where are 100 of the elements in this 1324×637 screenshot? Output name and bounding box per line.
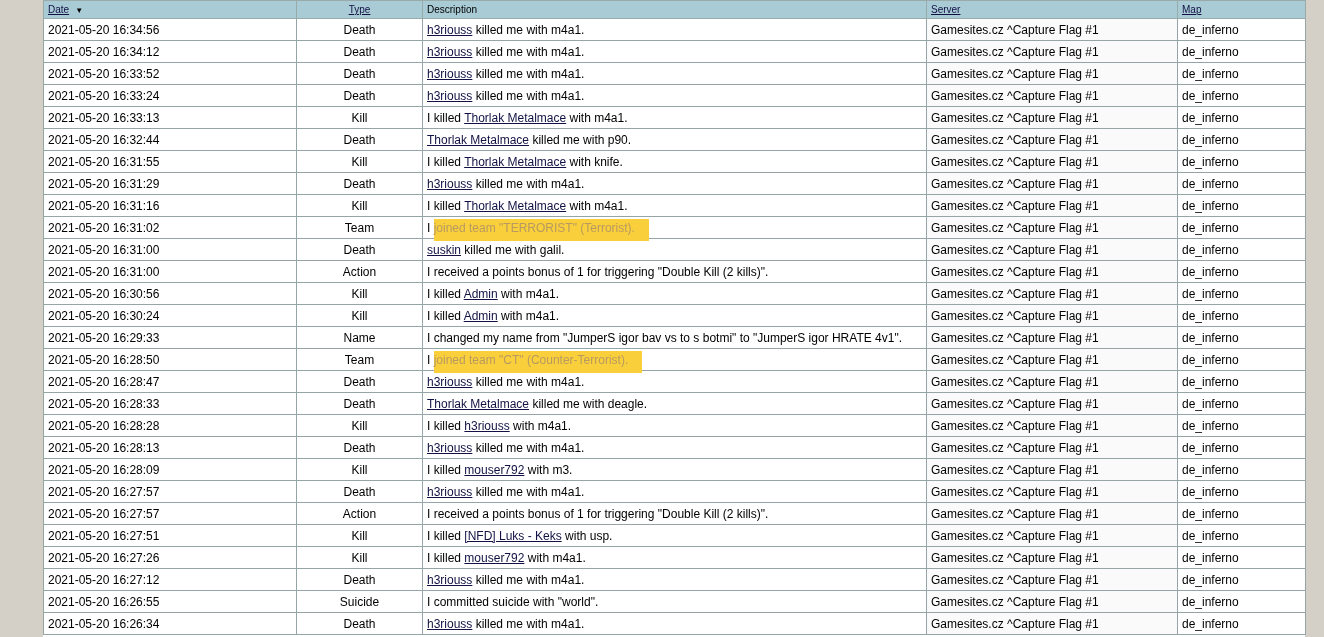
map-cell: de_inferno xyxy=(1177,546,1306,569)
description-text: I killed xyxy=(427,462,462,477)
date-cell: 2021-05-20 16:33:24 xyxy=(43,84,297,107)
date-cell: 2021-05-20 16:31:16 xyxy=(43,194,297,217)
date-cell: 2021-05-20 16:34:56 xyxy=(43,18,297,41)
date-cell: 2021-05-20 16:28:13 xyxy=(43,436,297,459)
column-header[interactable]: Map xyxy=(1182,4,1202,15)
description-text: I killed xyxy=(427,154,462,169)
player-link[interactable]: h3riouss xyxy=(427,22,473,37)
map-cell: de_inferno xyxy=(1177,480,1306,503)
server-cell: Gamesites.cz ^Capture Flag #1 xyxy=(926,326,1178,349)
description-text: killed me with galil. xyxy=(463,242,565,257)
map-cell: de_inferno xyxy=(1177,414,1306,437)
player-link[interactable]: h3riouss xyxy=(427,484,473,499)
column-header[interactable]: Type xyxy=(348,4,371,15)
date-cell: 2021-05-20 16:29:33 xyxy=(43,326,297,349)
server-cell: Gamesites.cz ^Capture Flag #1 xyxy=(926,568,1178,591)
player-link[interactable]: h3riouss xyxy=(427,616,473,631)
date-cell: 2021-05-20 16:27:26 xyxy=(43,546,297,569)
player-link[interactable]: h3riouss xyxy=(427,66,473,81)
type-cell: Death xyxy=(296,370,423,393)
server-cell: Gamesites.cz ^Capture Flag #1 xyxy=(926,304,1178,327)
server-cell: Gamesites.cz ^Capture Flag #1 xyxy=(926,436,1178,459)
player-link[interactable]: h3riouss xyxy=(464,418,510,433)
server-cell: Gamesites.cz ^Capture Flag #1 xyxy=(926,106,1178,129)
description-text: with m4a1. xyxy=(512,418,572,433)
description-text: I killed xyxy=(427,286,462,301)
column-header[interactable]: Server xyxy=(931,4,961,15)
server-cell: Gamesites.cz ^Capture Flag #1 xyxy=(926,216,1178,239)
type-cell: Kill xyxy=(296,414,423,437)
player-link[interactable]: [NFD] Luks - Keks xyxy=(464,528,562,543)
map-cell: de_inferno xyxy=(1177,524,1306,547)
player-link[interactable]: Thorlak Metalmace xyxy=(464,110,567,125)
map-cell: de_inferno xyxy=(1177,370,1306,393)
date-cell: 2021-05-20 16:30:24 xyxy=(43,304,297,327)
description-text: with m3. xyxy=(526,462,573,477)
description-text: killed me with m4a1. xyxy=(474,66,585,81)
player-link[interactable]: h3riouss xyxy=(427,572,473,587)
date-cell: 2021-05-20 16:27:57 xyxy=(43,502,297,525)
date-cell: 2021-05-20 16:31:00 xyxy=(43,238,297,261)
player-link[interactable]: h3riouss xyxy=(427,88,473,103)
player-link[interactable]: suskin xyxy=(427,242,461,257)
player-link[interactable]: mouser792 xyxy=(464,462,525,477)
type-cell: Suicide xyxy=(296,590,423,613)
type-cell: Death xyxy=(296,84,423,107)
player-link[interactable]: Thorlak Metalmace xyxy=(464,154,567,169)
date-cell: 2021-05-20 16:34:12 xyxy=(43,40,297,63)
type-cell: Kill xyxy=(296,194,423,217)
description-text: killed me with m4a1. xyxy=(474,572,585,587)
type-cell: Death xyxy=(296,568,423,591)
description-text: with m4a1. xyxy=(568,198,628,213)
description-text: killed me with p90. xyxy=(531,132,632,147)
server-cell: Gamesites.cz ^Capture Flag #1 xyxy=(926,546,1178,569)
map-cell: de_inferno xyxy=(1177,216,1306,239)
player-link[interactable]: mouser792 xyxy=(464,550,525,565)
description-text: I changed my name from "JumperS igor bav vs to s botmi" to "JumperS igor HRATE 4v1". xyxy=(427,330,902,345)
date-cell: 2021-05-20 16:31:29 xyxy=(43,172,297,195)
player-link[interactable]: Thorlak Metalmace xyxy=(464,198,567,213)
description-text: I xyxy=(427,220,432,235)
map-cell: de_inferno xyxy=(1177,84,1306,107)
player-link[interactable]: Thorlak Metalmace xyxy=(427,396,530,411)
column-header[interactable]: Date xyxy=(48,4,70,15)
date-cell: 2021-05-20 16:27:57 xyxy=(43,480,297,503)
description-text: I received a points bonus of 1 for triggering "Double Kill (2 kills)". xyxy=(427,264,769,279)
description-text: killed me with deagle. xyxy=(531,396,648,411)
player-link[interactable]: h3riouss xyxy=(427,440,473,455)
type-cell: Death xyxy=(296,238,423,261)
server-cell: Gamesites.cz ^Capture Flag #1 xyxy=(926,524,1178,547)
map-cell: de_inferno xyxy=(1177,282,1306,305)
player-link[interactable]: h3riouss xyxy=(427,44,473,59)
map-cell: de_inferno xyxy=(1177,502,1306,525)
server-cell: Gamesites.cz ^Capture Flag #1 xyxy=(926,480,1178,503)
type-cell: Death xyxy=(296,172,423,195)
player-link[interactable]: h3riouss xyxy=(427,374,473,389)
player-link[interactable]: h3riouss xyxy=(427,176,473,191)
description-text: I killed xyxy=(427,110,462,125)
player-link[interactable]: Admin xyxy=(463,308,498,323)
date-cell: 2021-05-20 16:33:13 xyxy=(43,106,297,129)
server-cell: Gamesites.cz ^Capture Flag #1 xyxy=(926,194,1178,217)
type-cell: Kill xyxy=(296,524,423,547)
server-cell: Gamesites.cz ^Capture Flag #1 xyxy=(926,590,1178,613)
server-cell: Gamesites.cz ^Capture Flag #1 xyxy=(926,18,1178,41)
map-cell: de_inferno xyxy=(1177,304,1306,327)
map-cell: de_inferno xyxy=(1177,568,1306,591)
description-text: I received a points bonus of 1 for triggering "Double Kill (2 kills)". xyxy=(427,506,769,521)
type-cell: Action xyxy=(296,502,423,525)
type-cell: Kill xyxy=(296,546,423,569)
player-link[interactable]: Thorlak Metalmace xyxy=(427,132,530,147)
type-cell: Name xyxy=(296,326,423,349)
type-cell: Death xyxy=(296,436,423,459)
server-cell: Gamesites.cz ^Capture Flag #1 xyxy=(926,40,1178,63)
type-cell: Death xyxy=(296,392,423,415)
player-link[interactable]: Admin xyxy=(463,286,498,301)
server-cell: Gamesites.cz ^Capture Flag #1 xyxy=(926,414,1178,437)
type-cell: Death xyxy=(296,62,423,85)
type-cell: Death xyxy=(296,480,423,503)
description-text: killed me with m4a1. xyxy=(474,22,585,37)
map-cell: de_inferno xyxy=(1177,392,1306,415)
date-cell: 2021-05-20 16:28:50 xyxy=(43,348,297,371)
date-cell: 2021-05-20 16:27:51 xyxy=(43,524,297,547)
